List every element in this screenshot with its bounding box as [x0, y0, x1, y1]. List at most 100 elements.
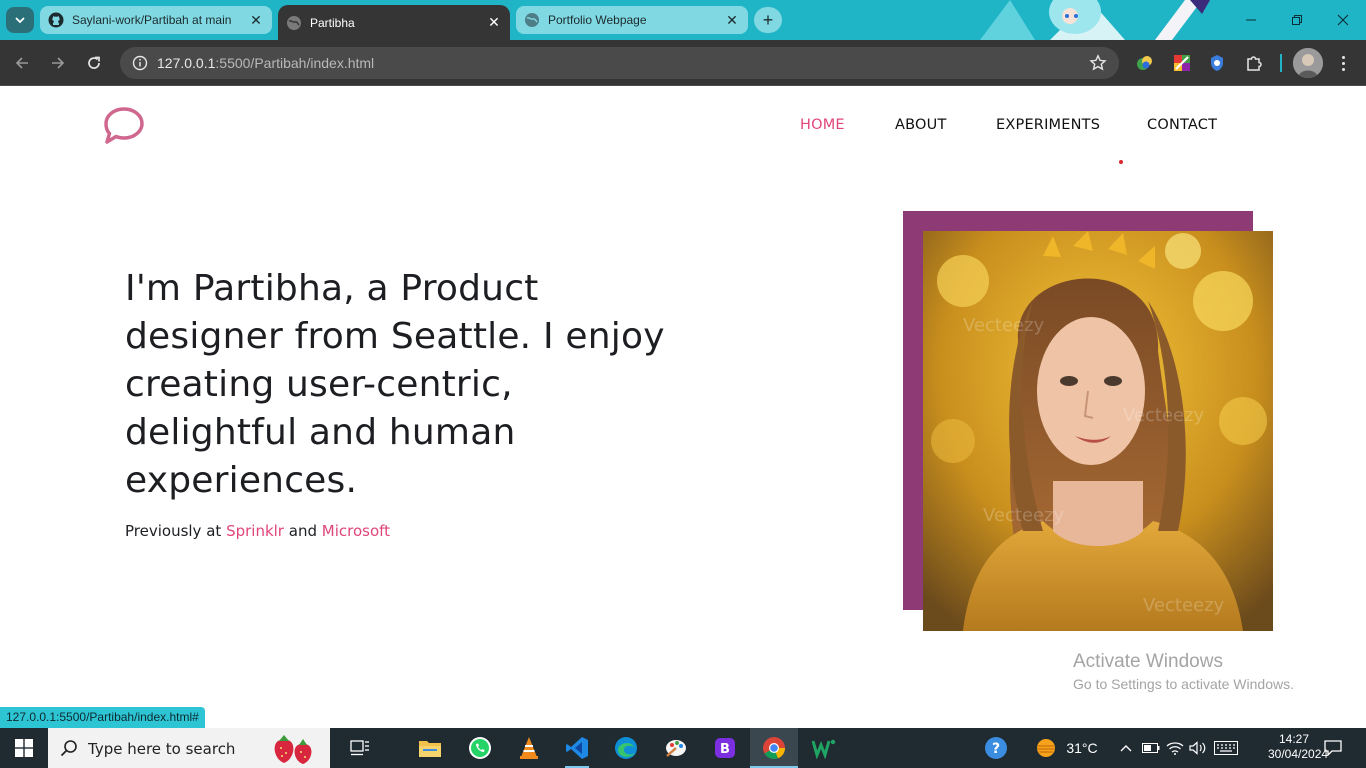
profile-avatar[interactable]	[1293, 48, 1323, 78]
weather-sun-icon[interactable]	[1030, 728, 1062, 768]
address-bar[interactable]: 127.0.0.1:5500/Partibah/index.html	[120, 47, 1119, 79]
anime-theme-decoration	[980, 0, 1210, 40]
close-window-button[interactable]	[1320, 0, 1366, 40]
bootstrap-icon: B	[715, 738, 735, 758]
task-view-button[interactable]	[336, 728, 384, 768]
taskbar-chrome[interactable]	[750, 728, 798, 768]
taskbar-web-app[interactable]	[800, 728, 848, 768]
chrome-icon	[763, 737, 786, 760]
task-view-icon	[350, 740, 369, 756]
arrow-right-icon	[52, 57, 65, 69]
status-bar-url: 127.0.0.1:5500/Partibah/index.html#	[0, 707, 205, 728]
hero-headline: I'm Partibha, a Product designer from Se…	[125, 268, 665, 501]
windows-taskbar: Type here to search B ? 31°C 14:27 30/04…	[0, 728, 1366, 768]
extension-color-icon[interactable]	[1135, 53, 1155, 73]
whatsapp-icon	[469, 737, 491, 759]
nav-experiments[interactable]: EXPERIMENTS	[996, 117, 1100, 133]
strawberry-icon	[274, 735, 312, 764]
info-icon[interactable]	[132, 55, 148, 71]
tab-search-button[interactable]	[6, 7, 34, 33]
extension-shield-icon[interactable]	[1207, 53, 1227, 73]
github-icon	[48, 12, 64, 28]
watermark-text: Vecteezy	[983, 505, 1065, 526]
taskbar-file-explorer[interactable]	[406, 728, 454, 768]
taskbar-vlc[interactable]	[505, 728, 553, 768]
start-button[interactable]	[0, 728, 48, 768]
vlc-cone-icon	[520, 737, 538, 759]
taskbar-paint[interactable]	[652, 728, 700, 768]
browser-tab-strip: Saylani-work/Partibah at main ✕ Partibha…	[0, 0, 1366, 40]
web-page: HOME ABOUT EXPERIMENTS CONTACT I'm Parti…	[0, 87, 1366, 728]
clock-time: 14:27	[1278, 732, 1310, 746]
tab-title: Saylani-work/Partibah at main	[72, 13, 232, 27]
tab-github[interactable]: Saylani-work/Partibah at main ✕	[40, 6, 272, 34]
forward-button[interactable]	[43, 48, 73, 78]
taskbar-vscode[interactable]	[553, 728, 601, 768]
extension-colorzilla-icon[interactable]	[1172, 53, 1192, 73]
taskbar-whatsapp[interactable]	[456, 728, 504, 768]
close-icon[interactable]: ✕	[486, 14, 502, 31]
address-url: 127.0.0.1:5500/Partibah/index.html	[157, 55, 374, 71]
reload-button[interactable]	[79, 48, 109, 78]
watermark-text: Vecteezy	[1123, 405, 1205, 426]
bookmark-star-icon[interactable]	[1089, 54, 1107, 72]
search-placeholder: Type here to search	[88, 740, 236, 758]
notifications-icon[interactable]	[1320, 728, 1346, 768]
taskbar-clock[interactable]: 14:27 30/04/2024	[1268, 732, 1329, 762]
new-tab-button[interactable]: +	[754, 7, 782, 33]
minimize-icon	[1246, 19, 1256, 21]
taskbar-bootstrap-studio[interactable]: B	[701, 728, 749, 768]
chevron-down-icon	[15, 17, 25, 24]
activate-title: Activate Windows	[1073, 651, 1223, 672]
activate-subtitle: Go to Settings to activate Windows.	[1073, 676, 1294, 692]
minimize-button[interactable]	[1228, 0, 1274, 40]
close-icon	[1337, 14, 1349, 26]
url-path: :5500/Partibah/index.html	[215, 55, 375, 71]
clock-date: 30/04/2024	[1268, 747, 1329, 761]
close-icon[interactable]: ✕	[248, 12, 264, 28]
vscode-icon	[566, 737, 588, 759]
chevron-up-icon[interactable]	[1116, 728, 1136, 768]
folder-icon	[419, 741, 441, 757]
search-icon	[60, 740, 77, 757]
watermark-text: Vecteezy	[963, 315, 1045, 336]
taskbar-search[interactable]: Type here to search	[48, 728, 330, 768]
help-icon[interactable]: ?	[982, 728, 1010, 768]
keyboard-icon[interactable]	[1211, 728, 1241, 768]
previously-conjunction: and	[288, 522, 317, 540]
globe-icon	[524, 12, 540, 28]
close-icon[interactable]: ✕	[724, 12, 740, 28]
back-button[interactable]	[7, 48, 37, 78]
tab-title: Partibha	[310, 15, 355, 30]
nav-about[interactable]: ABOUT	[895, 117, 947, 133]
previously-prefix: Previously at	[125, 522, 222, 540]
activate-windows-watermark: Activate Windows Go to Settings to activ…	[1073, 651, 1294, 692]
url-host: 127.0.0.1	[157, 55, 216, 71]
windows-logo-icon	[15, 739, 33, 757]
battery-icon[interactable]	[1140, 728, 1162, 768]
taskbar-edge[interactable]	[602, 728, 650, 768]
restore-button[interactable]	[1274, 0, 1320, 40]
sprinklr-link[interactable]: Sprinklr	[226, 522, 284, 540]
nav-home[interactable]: HOME	[800, 117, 845, 133]
microsoft-link[interactable]: Microsoft	[322, 522, 390, 540]
globe-icon	[286, 15, 302, 31]
plus-icon: +	[762, 9, 774, 30]
arrow-left-icon	[15, 57, 28, 69]
chat-bubble-logo-icon[interactable]	[102, 106, 146, 146]
tab-portfolio[interactable]: Portfolio Webpage ✕	[516, 6, 748, 34]
toolbar-divider	[1280, 54, 1282, 72]
nav-contact[interactable]: CONTACT	[1147, 117, 1217, 133]
restore-icon	[1292, 15, 1302, 25]
cursor-dot	[1119, 160, 1123, 164]
weather-temperature[interactable]: 31°C	[1062, 728, 1102, 768]
volume-icon[interactable]	[1187, 728, 1209, 768]
svg-text:?: ?	[992, 741, 1000, 757]
watermark-text: Vecteezy	[1143, 595, 1225, 616]
wifi-icon[interactable]	[1164, 728, 1186, 768]
paint-palette-icon	[666, 740, 686, 757]
extensions-puzzle-icon[interactable]	[1244, 53, 1264, 73]
edge-icon	[615, 737, 637, 759]
tab-partibha[interactable]: Partibha ✕	[278, 5, 510, 40]
browser-menu-button[interactable]	[1332, 52, 1354, 74]
